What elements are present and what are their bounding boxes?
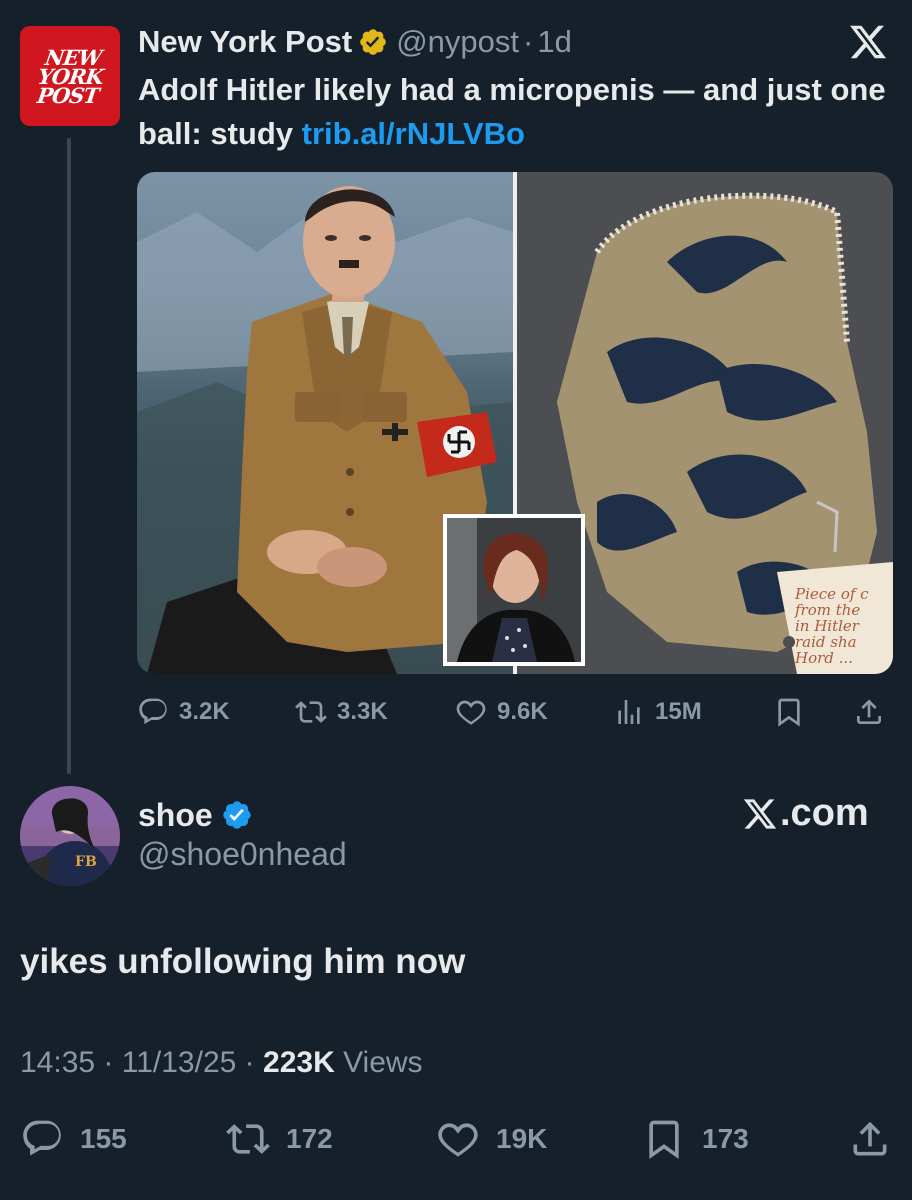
parent-reply-count: 3.2K: [179, 698, 230, 725]
main-reply-button[interactable]: 155: [20, 1114, 127, 1164]
repost-icon: [226, 1124, 270, 1154]
parent-author-handle[interactable]: @nypost: [396, 24, 519, 60]
bookmark-icon: [778, 698, 800, 727]
views-icon: [618, 700, 640, 724]
main-tweet-meta: 14:35 · 11/13/25 · 223K Views: [20, 1046, 423, 1080]
reply-icon: [139, 698, 167, 725]
bookmark-icon: [649, 1120, 679, 1160]
heart-icon: [456, 700, 486, 725]
parent-views-count: 15M: [655, 698, 702, 725]
parent-repost-button[interactable]: 3.3K: [295, 690, 388, 734]
main-share-button[interactable]: [848, 1114, 908, 1164]
nypost-logo: NEW YORK POST: [35, 44, 105, 108]
parent-like-button[interactable]: 9.6K: [455, 690, 548, 734]
parent-tweet-link[interactable]: trib.al/rNJLVBo: [302, 116, 525, 151]
main-repost-button[interactable]: 172: [226, 1114, 333, 1164]
views-count: 223K: [263, 1046, 335, 1079]
parent-tweet-header: New York Post @nypost · 1d: [138, 24, 572, 60]
media-tag-note: Piece of c from the in Hitler raid sha H…: [795, 585, 869, 667]
main-reply-count: 155: [80, 1123, 127, 1154]
main-author-row: shoe: [138, 796, 253, 834]
main-like-button[interactable]: 19K: [436, 1114, 547, 1164]
thread-line: [67, 138, 71, 774]
share-icon: [853, 1121, 887, 1156]
main-bookmark-button[interactable]: 173: [642, 1114, 749, 1164]
main-like-count: 19K: [496, 1123, 548, 1154]
media-inset-portrait: [443, 514, 585, 666]
verified-blue-badge-icon: [221, 799, 253, 831]
nypost-avatar[interactable]: NEW YORK POST: [20, 26, 120, 126]
verified-gold-badge-icon: [358, 27, 388, 57]
x-com-text: .com: [780, 792, 869, 834]
heart-icon: [438, 1123, 478, 1157]
separator-dot: ·: [523, 24, 534, 59]
share-icon: [857, 699, 881, 724]
tweet-date[interactable]: 11/13/25: [122, 1046, 237, 1079]
parent-views-button[interactable]: 15M: [613, 690, 702, 734]
x-com-watermark: .com: [742, 792, 869, 835]
parent-bookmark-button[interactable]: [773, 690, 815, 734]
reply-icon: [23, 1120, 61, 1156]
x-logo-icon: [743, 798, 777, 829]
repost-icon: [295, 701, 327, 723]
parent-tweet-text: Adolf Hitler likely had a micropenis — a…: [138, 68, 898, 156]
tweet-media-image[interactable]: Piece of c from the in Hitler raid sha H…: [137, 172, 893, 674]
main-tweet-text: yikes unfollowing him now: [20, 942, 466, 981]
parent-repost-count: 3.3K: [337, 698, 388, 725]
parent-share-button[interactable]: [853, 690, 895, 734]
x-logo-icon: [848, 22, 888, 62]
parent-tweet-actions: 3.2K 3.3K 9.6K 15M: [137, 690, 893, 734]
tweet-time[interactable]: 14:35: [20, 1046, 95, 1079]
parent-like-count: 9.6K: [497, 698, 548, 725]
meta-separator: ·: [103, 1046, 114, 1079]
main-bookmark-count: 173: [702, 1123, 749, 1154]
svg-text:FB: FB: [75, 854, 97, 870]
parent-reply-button[interactable]: 3.2K: [137, 690, 230, 734]
main-author-name[interactable]: shoe: [138, 797, 213, 834]
main-author-handle[interactable]: @shoe0nhead: [138, 836, 347, 873]
parent-author-name[interactable]: New York Post: [138, 24, 352, 60]
main-repost-count: 172: [286, 1123, 333, 1154]
views-label: Views: [343, 1046, 423, 1079]
parent-tweet-time[interactable]: 1d: [537, 24, 571, 60]
meta-separator: ·: [244, 1046, 255, 1079]
shoe-avatar[interactable]: FB: [20, 786, 120, 886]
